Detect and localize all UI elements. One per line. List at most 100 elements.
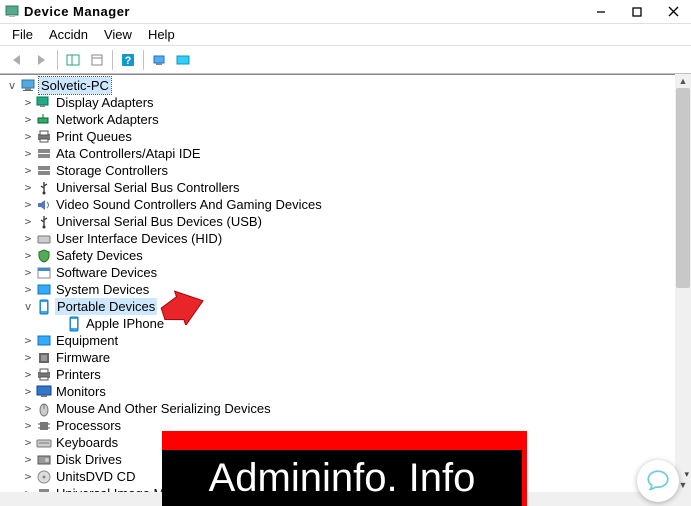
tree-item-label: Mouse And Other Serializing Devices	[55, 400, 272, 417]
tree-item-label: Portable Devices	[55, 298, 157, 315]
menu-view[interactable]: View	[98, 25, 138, 44]
expand-toggle[interactable]: >	[22, 213, 34, 230]
tree-item-label: Processors	[55, 417, 122, 434]
horizontal-scrollbar[interactable]	[0, 492, 675, 506]
menu-file[interactable]: File	[6, 25, 39, 44]
forward-button[interactable]	[30, 48, 54, 72]
scroll-thumb[interactable]	[676, 88, 690, 288]
show-hide-console-button[interactable]	[61, 48, 85, 72]
expand-toggle[interactable]: v	[22, 298, 34, 315]
toolbar: ?	[0, 46, 691, 74]
category-icon	[36, 129, 52, 145]
expand-toggle[interactable]: >	[22, 485, 34, 492]
tree-item-label: Disk Drives	[55, 451, 123, 468]
expand-toggle[interactable]: >	[22, 128, 34, 145]
tree-item[interactable]: >Display Adapters	[4, 94, 691, 111]
expand-toggle[interactable]: >	[22, 94, 34, 111]
expand-toggle[interactable]: >	[22, 451, 34, 468]
expand-toggle[interactable]: >	[22, 349, 34, 366]
tree-item-label: UnitsDVD CD	[55, 468, 136, 485]
chat-dropdown-icon[interactable]: ▾	[684, 469, 689, 480]
category-icon	[36, 163, 52, 179]
tree-item[interactable]: > Safety Devices	[4, 247, 691, 264]
category-icon	[36, 112, 52, 128]
tree-item-label: Safety Devices	[55, 247, 144, 264]
tree-root[interactable]: vSolvetic-PC	[4, 77, 691, 94]
expand-toggle[interactable]: >	[22, 264, 34, 281]
expand-toggle[interactable]: >	[22, 230, 34, 247]
category-icon	[36, 180, 52, 196]
tree-item[interactable]: > System Devices	[4, 281, 691, 298]
expand-toggle[interactable]: >	[22, 111, 34, 128]
help-button[interactable]: ?	[116, 48, 140, 72]
tree-item[interactable]: > Video Sound Controllers And Gaming Devi…	[4, 196, 691, 213]
computer-icon	[20, 78, 36, 94]
scroll-up-button[interactable]: ▲	[675, 74, 691, 88]
expand-toggle[interactable]: >	[22, 383, 34, 400]
tree-item[interactable]: >User Interface Devices (HID)	[4, 230, 691, 247]
expand-toggle[interactable]: >	[22, 162, 34, 179]
tree-item-label: Firmware	[55, 349, 111, 366]
app-icon	[4, 4, 20, 20]
tree-item[interactable]: > Storage Controllers	[4, 162, 691, 179]
minimize-button[interactable]	[583, 0, 619, 24]
category-icon	[36, 333, 52, 349]
expand-toggle[interactable]: >	[22, 400, 34, 417]
tree-item-label: System Devices	[55, 281, 150, 298]
category-icon	[36, 146, 52, 162]
tree-item-label: Network Adapters	[55, 111, 160, 128]
tree-item[interactable]: >Monitors	[4, 383, 691, 400]
tree-item-label: Video Sound Controllers And Gaming Devic…	[55, 196, 323, 213]
expand-toggle[interactable]: >	[22, 332, 34, 349]
window-titlebar: Device Manager	[0, 0, 691, 24]
tree-item[interactable]: > Network Adapters	[4, 111, 691, 128]
devices-button[interactable]	[171, 48, 195, 72]
scan-hardware-button[interactable]	[147, 48, 171, 72]
back-button[interactable]	[6, 48, 30, 72]
tree-item[interactable]: v Portable Devices	[4, 298, 691, 315]
tree-item[interactable]: > Processors	[4, 417, 691, 434]
category-icon	[36, 418, 52, 434]
properties-button[interactable]	[85, 48, 109, 72]
tree-item-label: Equipment	[55, 332, 119, 349]
tree-item-label: Storage Controllers	[55, 162, 169, 179]
expand-toggle[interactable]: >	[22, 366, 34, 383]
tree-item[interactable]: > UnitsDVD CD	[4, 468, 691, 485]
tree-item[interactable]: > Disk Drives	[4, 451, 691, 468]
tree-child-item[interactable]: Apple IPhone	[4, 315, 691, 332]
maximize-button[interactable]	[619, 0, 655, 24]
tree-item[interactable]: >Ata Controllers/Atapi IDE	[4, 145, 691, 162]
device-tree[interactable]: vSolvetic-PC>Display Adapters>Network Ad…	[0, 75, 691, 492]
vertical-scrollbar[interactable]: ▲ ▼	[675, 74, 691, 492]
tree-item-label: Universal Image Mount	[55, 485, 191, 492]
category-icon	[36, 435, 52, 451]
tree-item[interactable]: > Firmware	[4, 349, 691, 366]
category-icon	[36, 214, 52, 230]
expand-toggle[interactable]: >	[22, 145, 34, 162]
expand-toggle[interactable]: >	[22, 179, 34, 196]
tree-item[interactable]: > Software Devices	[4, 264, 691, 281]
close-button[interactable]	[655, 0, 691, 24]
chat-widget-button[interactable]	[637, 460, 679, 502]
tree-item[interactable]: >Universal Serial Bus Controllers	[4, 179, 691, 196]
expand-toggle[interactable]: >	[22, 196, 34, 213]
expand-toggle[interactable]: >	[22, 247, 34, 264]
category-icon	[36, 197, 52, 213]
tree-item[interactable]: >Universal Serial Bus Devices (USB)	[4, 213, 691, 230]
svg-text:?: ?	[125, 55, 132, 67]
expand-toggle[interactable]: >	[22, 434, 34, 451]
tree-item[interactable]: > Equipment	[4, 332, 691, 349]
tree-item[interactable]: > Mouse And Other Serializing Devices	[4, 400, 691, 417]
expand-toggle[interactable]: >	[22, 281, 34, 298]
tree-item[interactable]: > Universal Image Mount	[4, 485, 691, 492]
menu-help[interactable]: Help	[142, 25, 181, 44]
menu-bar: File Accidn View Help	[0, 24, 691, 46]
tree-item[interactable]: >Keyboards	[4, 434, 691, 451]
expand-toggle[interactable]: >	[22, 468, 34, 485]
tree-item-label: Software Devices	[55, 264, 158, 281]
expand-toggle[interactable]: >	[22, 417, 34, 434]
category-icon	[36, 452, 52, 468]
tree-item[interactable]: >Printers	[4, 366, 691, 383]
tree-item[interactable]: >Print Queues	[4, 128, 691, 145]
menu-action[interactable]: Accidn	[43, 25, 94, 44]
